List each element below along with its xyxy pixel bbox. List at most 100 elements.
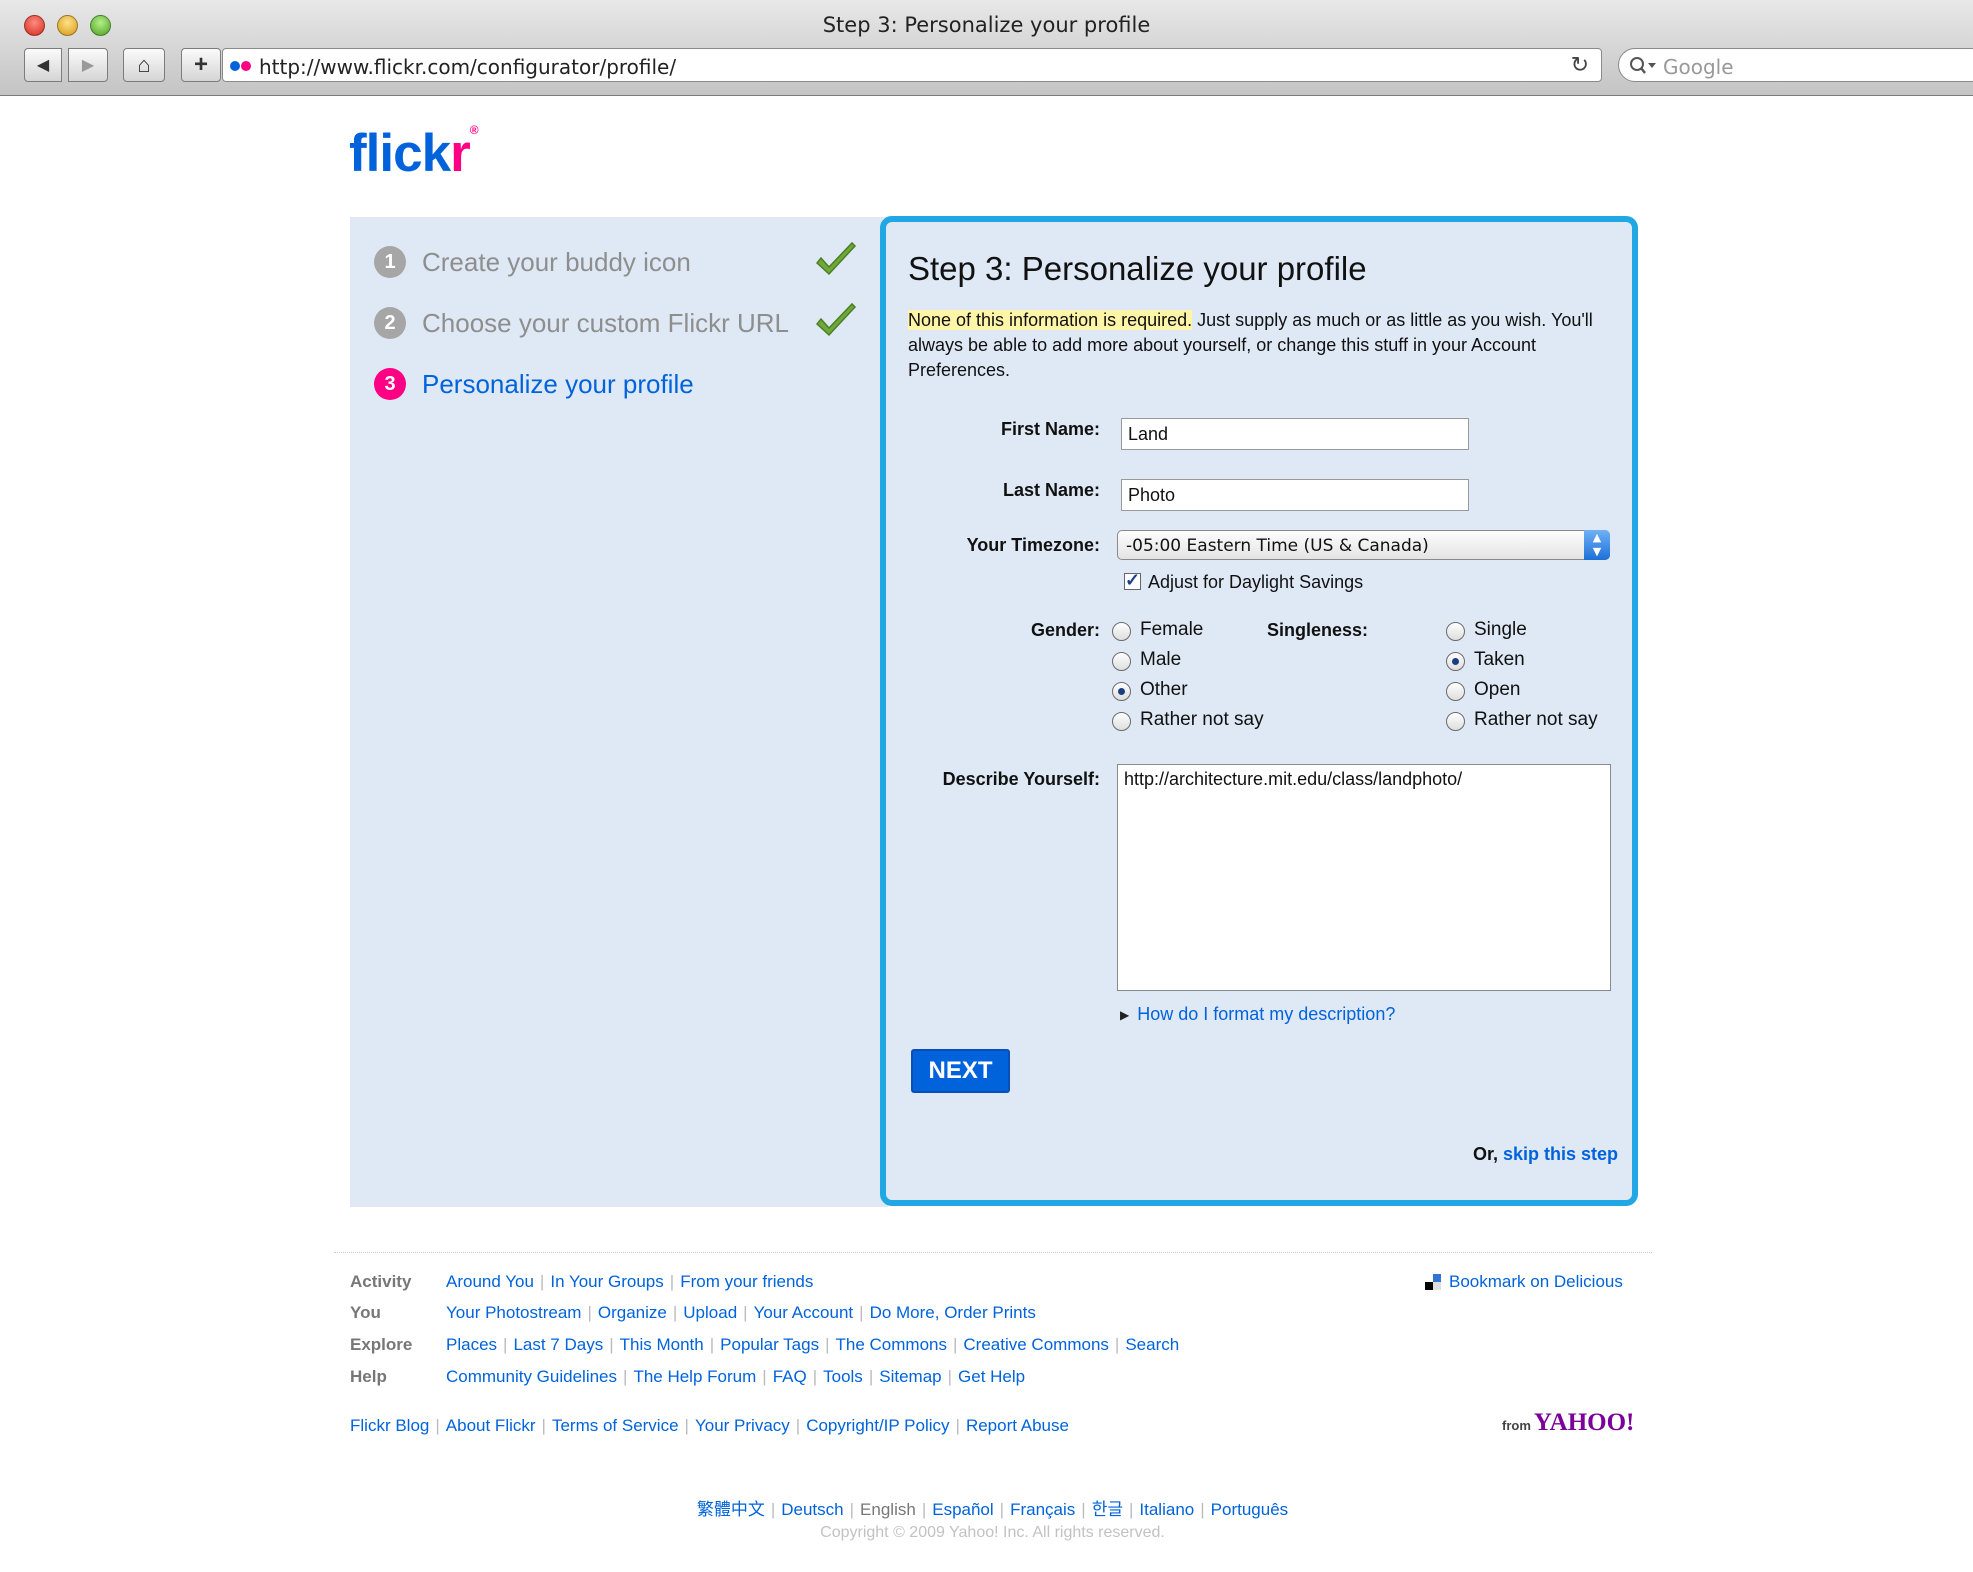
language-link[interactable]: Français — [1010, 1500, 1075, 1519]
footer-bottom-link[interactable]: Your Privacy — [695, 1416, 790, 1436]
next-button[interactable]: NEXT — [911, 1049, 1010, 1093]
footer-link[interactable]: FAQ — [773, 1367, 807, 1387]
format-help-link[interactable]: ▶ How do I format my description? — [1120, 1004, 1395, 1025]
flickr-favicon-icon — [230, 61, 251, 71]
checkmark-icon — [815, 302, 857, 337]
select-arrows-icon: ▲ ▼ — [1584, 530, 1610, 560]
singleness-radio-open[interactable] — [1446, 682, 1465, 701]
footer-bottom-link[interactable]: Report Abuse — [966, 1416, 1069, 1436]
language-link[interactable]: 繁體中文 — [697, 1500, 765, 1519]
language-link[interactable]: 한글 — [1092, 1500, 1123, 1519]
last-name-field[interactable] — [1121, 479, 1469, 511]
step-label: Choose your custom Flickr URL — [422, 307, 789, 338]
gender-radio-rather-not-say[interactable] — [1112, 712, 1131, 731]
footer-link[interactable]: Get Help — [958, 1367, 1025, 1387]
gender-radio-other[interactable] — [1112, 682, 1131, 701]
dst-checkbox[interactable]: ✓ — [1124, 571, 1141, 590]
last-name-label: Last Name: — [1002, 480, 1100, 500]
checkmark-icon — [815, 241, 857, 276]
singleness-option-label: Rather not say — [1474, 709, 1598, 730]
footer-link[interactable]: The Help Forum — [633, 1367, 756, 1387]
singleness-radio-rather-not-say[interactable] — [1446, 712, 1465, 731]
footer-link[interactable]: Around You — [446, 1272, 534, 1292]
gender-radio-female[interactable] — [1112, 622, 1131, 641]
language-link[interactable]: Español — [932, 1500, 993, 1519]
footer-link[interactable]: Places — [446, 1335, 497, 1355]
footer-row: You Your Photostream | Organize | Upload | Your… — [350, 1303, 1036, 1323]
separator: | — [825, 1335, 830, 1354]
singleness-option-label: Open — [1474, 679, 1521, 700]
footer-link[interactable]: Sitemap — [879, 1367, 941, 1387]
separator: | — [623, 1367, 628, 1386]
gender-option-label: Other — [1140, 679, 1188, 700]
separator: | — [1128, 1500, 1134, 1519]
bookmark-delicious-link[interactable]: Bookmark on Delicious — [1425, 1272, 1623, 1292]
footer-link[interactable]: The Commons — [836, 1335, 947, 1355]
back-button[interactable]: ◀ — [24, 48, 62, 82]
url-text: http://www.flickr.com/configurator/profi… — [259, 55, 677, 79]
step-label: Create your buddy icon — [422, 246, 691, 277]
footer-category: Activity — [350, 1272, 412, 1291]
search-input[interactable]: Google — [1618, 48, 1973, 82]
title-bar: Step 3: Personalize your profile ◀ ▶ ⌂ +… — [0, 0, 1973, 96]
first-name-field[interactable] — [1121, 418, 1469, 450]
skip-step-link[interactable]: skip this step — [1503, 1144, 1618, 1164]
address-bar[interactable]: http://www.flickr.com/configurator/profi… — [222, 48, 1602, 82]
language-link[interactable]: Português — [1211, 1500, 1289, 1519]
gender-radio-male[interactable] — [1112, 652, 1131, 671]
separator: | — [859, 1303, 864, 1322]
footer-link[interactable]: Your Photostream — [446, 1303, 581, 1323]
steps-panel: 1 Create your buddy icon 2 Choose your c… — [350, 217, 888, 1207]
disclosure-triangle-icon: ▶ — [1120, 1007, 1130, 1022]
footer-link[interactable]: Search — [1125, 1335, 1179, 1355]
footer-link[interactable]: Popular Tags — [720, 1335, 819, 1355]
separator: | — [921, 1500, 927, 1519]
browser-window: Step 3: Personalize your profile ◀ ▶ ⌂ +… — [0, 0, 1973, 1572]
footer-bottom-link[interactable]: Copyright/IP Policy — [806, 1416, 949, 1436]
footer-link[interactable]: Last 7 Days — [513, 1335, 603, 1355]
footer-link[interactable]: Do More, Order Prints — [870, 1303, 1036, 1323]
timezone-select[interactable]: -05:00 Eastern Time (US & Canada) ▲ ▼ — [1117, 530, 1610, 560]
footer-bottom-link[interactable]: Flickr Blog — [350, 1416, 429, 1436]
flickr-logo[interactable]: flickr® — [349, 123, 479, 184]
describe-textarea[interactable]: http://architecture.mit.edu/class/landph… — [1117, 764, 1611, 991]
separator: | — [868, 1367, 874, 1386]
reload-icon[interactable]: ↻ — [1571, 52, 1589, 78]
separator: | — [609, 1335, 614, 1354]
footer-row: Explore Places | Last 7 Days | This Month | Pop… — [350, 1335, 1179, 1355]
singleness-radio-taken[interactable] — [1446, 652, 1465, 671]
language-links: 繁體中文 | Deutsch | English | Español | Français | 한글… — [12, 1495, 1973, 1520]
separator: | — [947, 1367, 953, 1386]
footer-link[interactable]: This Month — [620, 1335, 704, 1355]
back-arrow-icon: ◀ — [36, 57, 50, 74]
skip-row: Or, skip this step — [1472, 1144, 1618, 1164]
yahoo-logo[interactable]: from YAHOO! — [1502, 1409, 1634, 1437]
language-link[interactable]: Deutsch — [781, 1500, 843, 1519]
footer-bottom-link[interactable]: Terms of Service — [552, 1416, 679, 1436]
footer-link[interactable]: Community Guidelines — [446, 1367, 617, 1387]
footer-link[interactable]: Organize — [598, 1303, 667, 1323]
gender-option-label: Male — [1140, 649, 1182, 670]
singleness-label: Singleness: — [1266, 620, 1368, 640]
language-link[interactable]: Italiano — [1139, 1500, 1194, 1519]
footer-link[interactable]: Upload — [683, 1303, 737, 1323]
separator: | — [952, 1335, 958, 1354]
footer-link[interactable]: Tools — [823, 1367, 863, 1387]
home-icon: ⌂ — [137, 52, 151, 77]
footer-link[interactable]: From your friends — [680, 1272, 813, 1292]
forward-button[interactable]: ▶ — [68, 48, 108, 82]
page-content: flickr® 1 Create your buddy icon 2 Choos… — [12, 97, 1973, 1572]
singleness-radio-single[interactable] — [1446, 622, 1465, 641]
step-2: 2 Choose your custom Flickr URL — [374, 303, 789, 343]
separator: | — [709, 1335, 715, 1354]
footer-link[interactable]: Creative Commons — [963, 1335, 1109, 1355]
add-bookmark-button[interactable]: + — [181, 48, 221, 82]
footer-divider — [334, 1252, 1652, 1253]
timezone-value: -05:00 Eastern Time (US & Canada) — [1126, 536, 1429, 556]
footer-bottom-link[interactable]: About Flickr — [446, 1416, 536, 1436]
footer-link[interactable]: In Your Groups — [550, 1272, 663, 1292]
home-button[interactable]: ⌂ — [123, 48, 165, 82]
footer-link[interactable]: Your Account — [754, 1303, 854, 1323]
singleness-option-label: Taken — [1474, 649, 1525, 670]
separator: | — [849, 1500, 855, 1519]
